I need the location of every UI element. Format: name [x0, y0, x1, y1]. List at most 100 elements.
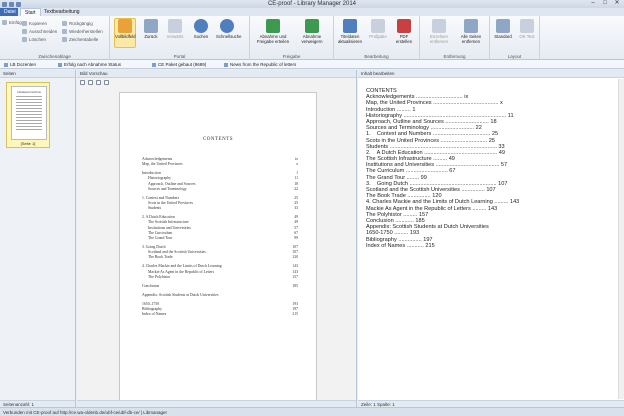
group-label: Freigabe [282, 54, 301, 59]
ribbon-tabs: Datei Start Textbearbeitung [0, 8, 624, 16]
tab-text-editing[interactable]: Textbearbeitung [40, 8, 84, 16]
status-bar: Verbunden mit CE-proof auf http://ce.wa-… [0, 407, 624, 416]
toc-entry-title: The Curriculum [148, 230, 173, 235]
search-button[interactable]: Suchen [190, 19, 212, 39]
toc-entry-page: 120 [292, 255, 298, 260]
toc-entry-title: Scots in the United Provinces [148, 201, 193, 205]
pages-pane: Seiten Inhaltsverzeichnis [Seite 1] Seit… [0, 70, 76, 407]
toc-entry-title: Bibliography [142, 307, 163, 311]
preview-status [77, 400, 356, 407]
toc-entry: Students 33 [148, 206, 298, 211]
breadcrumb-item[interactable]: CE Paket gebaut (9689) [150, 61, 208, 68]
fit-page-icon[interactable] [96, 80, 101, 85]
reject-icon [305, 19, 319, 33]
toc-entry: The Book Trade 120 [148, 255, 298, 260]
thumbnail-image: Inhaltsverzeichnis [11, 86, 47, 140]
pdf-icon [397, 19, 411, 33]
breadcrumb-item[interactable]: LB Dozenten [2, 61, 38, 68]
quick-search-button[interactable]: Schnellsuche [216, 19, 242, 39]
breadcrumb: LB Dozenten Erfolg nach Abnahme Status C… [0, 60, 624, 69]
redo-button[interactable]: Wiederherstellen [62, 28, 103, 35]
page-count: Seitenanzahl: 1 [0, 400, 75, 407]
rotate-icon[interactable] [104, 80, 109, 85]
zoom-in-icon[interactable] [80, 80, 85, 85]
group-release: Abnahme und Freigabe erteilen Abnahme ve… [250, 16, 334, 60]
cut-icon [22, 29, 27, 34]
undo-button[interactable]: Rückgängig [62, 20, 93, 27]
minimize-icon[interactable]: – [588, 0, 598, 7]
charmap-button[interactable]: Zeichentabelle [62, 36, 98, 43]
undo-icon [62, 21, 67, 26]
tab-start[interactable]: Start [20, 8, 41, 16]
reject-button[interactable]: Abnahme verweigern [296, 19, 328, 44]
thumbnail-caption: [Seite 1] [20, 141, 36, 146]
toc-entry-title: Index of Names [142, 312, 167, 317]
layout-text-icon [520, 19, 534, 33]
folder-icon [58, 62, 62, 67]
fullscreen-button[interactable]: Vollbildfeld [114, 18, 136, 48]
approve-button[interactable]: Abnahme und Freigabe erteilen [256, 19, 290, 44]
zoom-out-icon[interactable] [88, 80, 93, 85]
group-clipboard: Einfügen Kopieren Ausschneiden Löschen R… [0, 16, 110, 60]
editor-line[interactable]: Index of Names ........... 215 [366, 243, 618, 249]
group-portal: Vollbildfeld Zurück Vorwärts Suchen Schn… [110, 16, 250, 60]
toc-entry: Appendix: Scottish Students at Dutch Uni… [142, 293, 298, 298]
toc-entry-title: Scotland and the Scottish Universities [148, 250, 206, 255]
copy-button[interactable]: Kopieren [22, 20, 47, 27]
pages-pane-title: Seiten [0, 70, 75, 78]
remove-single-button[interactable]: Enzelnen entfernen [424, 19, 454, 44]
charmap-icon [62, 37, 67, 42]
layout-standard-button[interactable]: Standard [492, 19, 514, 39]
remove-all-button[interactable]: Alle Seiten entfernen [456, 19, 486, 44]
toc-entry-title: Approach, Outline and Sources [148, 181, 196, 186]
toc-entry-title: 4. Charles Mackie and the Limits of Dutc… [142, 264, 222, 269]
copy-icon [22, 21, 27, 26]
edit-content-pane: Inhalt bearbeiten CONTENTS Acknowledgemen… [358, 70, 624, 407]
maximize-icon[interactable]: □ [600, 0, 610, 7]
toc-entry-title: Acknowledgements [142, 157, 173, 161]
layout-ok-text-button[interactable]: OK Text [516, 19, 538, 39]
create-pdf-button[interactable]: PDF erstellen [392, 19, 416, 44]
toc-entry-title: 3. Going Dutch [142, 245, 166, 249]
vertical-scrollbar[interactable] [618, 79, 624, 399]
delete-icon [22, 37, 27, 42]
group-label: Zwischenablage [38, 54, 71, 59]
close-icon[interactable]: ✕ [612, 0, 622, 7]
toc-entry-title: The Book Trade [148, 255, 173, 260]
content-editor[interactable]: CONTENTS Acknowledgements ...............… [366, 88, 618, 249]
group-label: Entfernung [443, 54, 466, 59]
toc-entry-title: Students [148, 206, 162, 211]
toc-entry-title: 1. Context and Numbers [142, 195, 180, 200]
page-thumbnail[interactable]: Inhaltsverzeichnis [Seite 1] [6, 82, 50, 148]
forward-button[interactable]: Vorwärts [164, 19, 186, 39]
folder-icon [152, 62, 156, 67]
fullscreen-icon [118, 19, 132, 33]
toc-entry-title: Introduction [142, 171, 161, 176]
group-removal: Enzelnen entfernen Alle Seiten entfernen… [420, 16, 490, 60]
page-heading: CONTENTS [202, 137, 234, 142]
check-button[interactable]: Prüfgabe [366, 19, 390, 39]
redo-icon [62, 29, 67, 34]
toc-entry-title: Map, the United Provinces [142, 162, 183, 167]
title-bar: CE-proof - Library Manager 2014 – □ ✕ [0, 0, 624, 8]
window-controls: – □ ✕ [588, 0, 622, 8]
toc-entry-title: Historiography [148, 176, 171, 181]
approve-icon [266, 19, 280, 33]
delete-button[interactable]: Löschen [22, 36, 46, 43]
toc-entry-page: 157 [292, 274, 298, 279]
toc-entry: Map, the United Provinces x [142, 162, 298, 167]
breadcrumb-item[interactable]: Erfolg nach Abnahme Status [56, 61, 123, 68]
toc-entry-title: Mackie As Agent in the Republic of Lette… [148, 269, 215, 274]
toc-entry: The Grand Tour 99 [148, 236, 298, 241]
back-button[interactable]: Zurück [140, 19, 162, 39]
toc-entry-page: x [296, 162, 298, 167]
image-preview-pane: Bild Vorschau CONTENTS Acknowledgements i… [77, 70, 357, 407]
quick-search-icon [220, 19, 234, 33]
breadcrumb-item[interactable]: News from the Republic of letters [222, 61, 298, 68]
tab-file[interactable]: Datei [0, 8, 18, 16]
update-title-button[interactable]: Titeldaten aktualisieren [336, 19, 364, 44]
ribbon: Einfügen Kopieren Ausschneiden Löschen R… [0, 16, 624, 60]
paste-icon [2, 20, 7, 25]
document-icon [224, 62, 228, 67]
cut-button[interactable]: Ausschneiden [22, 28, 57, 35]
